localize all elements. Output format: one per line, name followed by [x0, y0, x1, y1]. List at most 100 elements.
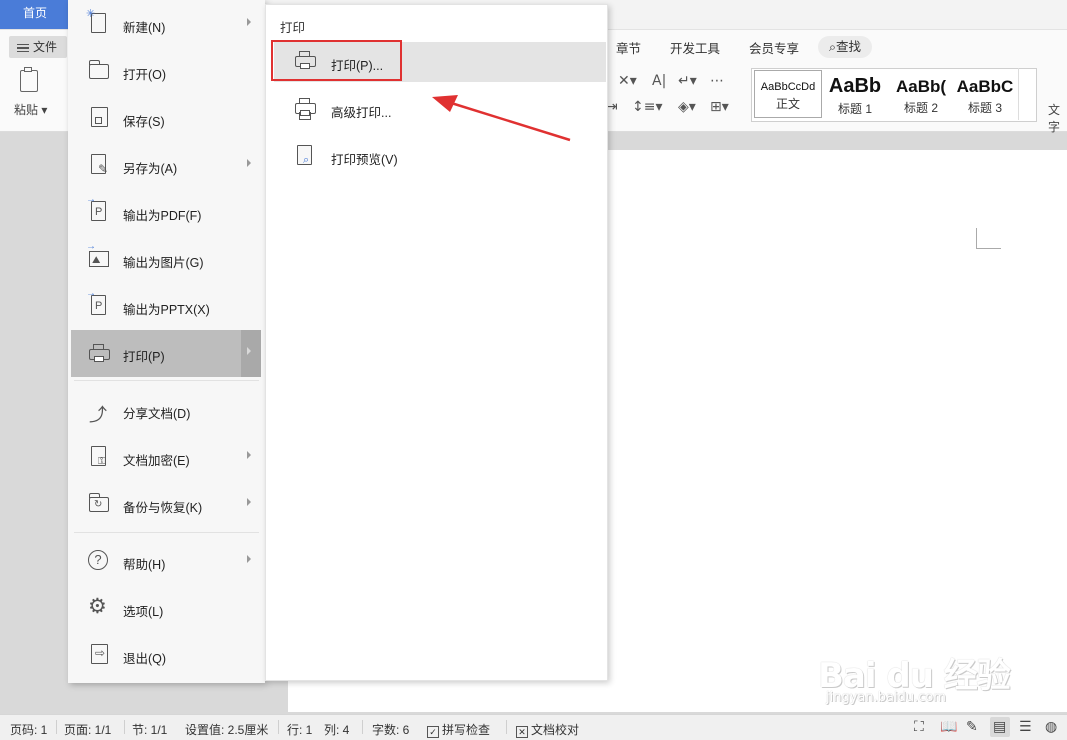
- file-menu-label: 文件: [33, 40, 58, 54]
- menu-item-print[interactable]: 打印(P): [71, 330, 261, 377]
- help-icon: ?: [88, 550, 110, 572]
- menu-item-new[interactable]: ✳ 新建(N): [71, 1, 261, 48]
- style-gallery: AaBbCcDd 正文 AaBb 标题 1 AaBb( 标题 2 AaBbC 标…: [751, 68, 1037, 122]
- text-tool-label[interactable]: 文字: [1048, 101, 1067, 135]
- style-name: 标题 2: [903, 101, 938, 115]
- menu-item-export-image[interactable]: ⛰ → 输出为图片(G): [71, 236, 261, 283]
- style-sample: AaBbCcDd: [760, 81, 816, 93]
- menu-item-options[interactable]: ⚙ 选项(L): [71, 585, 261, 632]
- page-view-icon[interactable]: ▤: [993, 719, 1006, 735]
- export-pptx-icon: P →: [86, 288, 110, 317]
- text-direction-icon[interactable]: A|: [652, 73, 666, 89]
- reading-mode-icon[interactable]: 📖: [940, 719, 957, 735]
- submenu-arrow-icon: [247, 159, 251, 167]
- spell-check-toggle[interactable]: ✓ 拼写检查: [427, 721, 490, 738]
- save-icon: [88, 107, 110, 129]
- print-submenu-title: 打印: [280, 21, 306, 35]
- menu-item-export-pptx[interactable]: P → 输出为PPTX(X): [71, 283, 261, 330]
- menu-divider: [74, 380, 259, 381]
- status-page-number[interactable]: 页码: 1: [10, 721, 47, 738]
- paste-label[interactable]: 粘贴 ▾: [14, 101, 47, 118]
- encrypt-icon: ⚿: [88, 446, 110, 468]
- outline-view-icon[interactable]: ☰: [1019, 719, 1032, 735]
- tab-search[interactable]: ⌕查找: [818, 36, 872, 58]
- shading-icon[interactable]: ◈▾: [678, 99, 696, 115]
- file-menu-panel: ✳ 新建(N) 打开(O) 保存(S) ✎ 另存为(A) P → 输出为PDF(F…: [68, 0, 265, 683]
- style-heading-2[interactable]: AaBb( 标题 2: [890, 69, 952, 119]
- fullscreen-icon[interactable]: ⛶: [914, 719, 924, 735]
- status-divider: [506, 720, 507, 734]
- status-section[interactable]: 节: 1/1: [132, 721, 167, 738]
- status-setting-value[interactable]: 设置值: 2.5厘米: [185, 721, 268, 738]
- style-sample: AaBbC: [956, 77, 1014, 96]
- status-divider: [124, 720, 125, 734]
- menu-item-share[interactable]: ⤴ 分享文档(D): [71, 387, 261, 434]
- menu-item-help[interactable]: ? 帮助(H): [71, 538, 261, 585]
- status-divider: [362, 720, 363, 734]
- file-menu-button[interactable]: 文件: [9, 36, 67, 58]
- tab-member-exclusive[interactable]: 会员专享: [749, 38, 799, 57]
- ruler-icon[interactable]: ⋯: [710, 73, 724, 89]
- style-heading-1[interactable]: AaBb 标题 1: [822, 69, 888, 119]
- export-pdf-icon: P →: [86, 194, 110, 223]
- proofread-icon: ✕: [516, 726, 528, 738]
- clear-format-icon[interactable]: ✕▾: [618, 73, 637, 89]
- print-preview-icon: ⌕: [294, 145, 318, 167]
- menu-item-backup-restore[interactable]: ↻ 备份与恢复(K): [71, 481, 261, 528]
- exit-icon: ⇨: [88, 644, 110, 666]
- settings-gear-icon: ⚙: [88, 595, 107, 618]
- menu-item-open[interactable]: 打开(O): [71, 48, 261, 95]
- page-margin-corner-mark: [976, 228, 1001, 249]
- style-sample: AaBb(: [895, 77, 947, 96]
- style-heading-3[interactable]: AaBbC 标题 3: [954, 69, 1016, 119]
- menu-item-save-as[interactable]: ✎ 另存为(A): [71, 142, 261, 189]
- red-arrow-annotation: [432, 95, 571, 142]
- checkbox-icon: ✓: [427, 726, 439, 738]
- submenu-arrow-icon: [247, 347, 251, 355]
- status-column[interactable]: 列: 4: [324, 721, 349, 738]
- style-normal[interactable]: AaBbCcDd 正文: [754, 70, 822, 118]
- submenu-expand-area[interactable]: [241, 330, 261, 377]
- status-divider: [56, 720, 57, 734]
- menu-divider: [74, 532, 259, 533]
- status-word-count[interactable]: 字数: 6: [372, 721, 409, 738]
- submenu-arrow-icon: [247, 18, 251, 26]
- border-icon[interactable]: ⊞▾: [710, 99, 729, 115]
- pen-icon[interactable]: ✎: [966, 719, 978, 735]
- paste-icon[interactable]: [20, 67, 38, 92]
- tab-developer-tools[interactable]: 开发工具: [670, 38, 720, 57]
- style-gallery-scrollbar[interactable]: [1018, 68, 1033, 120]
- backup-icon: ↻: [88, 493, 110, 515]
- style-sample: AaBb: [828, 75, 882, 97]
- status-row[interactable]: 行: 1: [287, 721, 312, 738]
- status-bar: 页码: 1 页面: 1/1 节: 1/1 设置值: 2.5厘米 行: 1 列: …: [0, 714, 1067, 740]
- submenu-arrow-icon: [247, 451, 251, 459]
- submenu-arrow-icon: [247, 498, 251, 506]
- tab-chapter[interactable]: 章节: [616, 38, 641, 57]
- save-as-icon: ✎: [88, 154, 110, 176]
- menu-item-save[interactable]: 保存(S): [71, 95, 261, 142]
- home-tab[interactable]: 首页: [0, 0, 70, 29]
- folder-icon: [88, 60, 110, 82]
- style-name: 标题 3: [967, 101, 1002, 115]
- doc-proofread-button[interactable]: ✕ 文档校对: [516, 721, 579, 738]
- highlight-box: [271, 40, 402, 81]
- style-name: 标题 1: [837, 102, 872, 116]
- status-divider: [278, 720, 279, 734]
- export-image-icon: ⛰ →: [86, 241, 110, 270]
- advanced-print-icon: [294, 98, 318, 120]
- watermark-url: jingyan.baidu.com: [826, 690, 946, 705]
- printer-icon: [88, 342, 110, 364]
- status-pages[interactable]: 页面: 1/1: [64, 721, 111, 738]
- submenu-arrow-icon: [247, 555, 251, 563]
- hamburger-icon: [17, 42, 29, 55]
- line-break-icon[interactable]: ↵▾: [678, 73, 697, 89]
- menu-item-exit[interactable]: ⇨ 退出(Q): [71, 632, 261, 679]
- menu-item-encrypt[interactable]: ⚿ 文档加密(E): [71, 434, 261, 481]
- menu-item-export-pdf[interactable]: P → 输出为PDF(F): [71, 189, 261, 236]
- web-view-icon[interactable]: ◍: [1045, 719, 1057, 735]
- line-spacing-icon[interactable]: ↕≡▾: [632, 99, 663, 115]
- new-file-icon: ✳: [86, 8, 110, 35]
- magnifier-icon: ⌕: [828, 40, 836, 54]
- style-name: 正文: [775, 97, 800, 111]
